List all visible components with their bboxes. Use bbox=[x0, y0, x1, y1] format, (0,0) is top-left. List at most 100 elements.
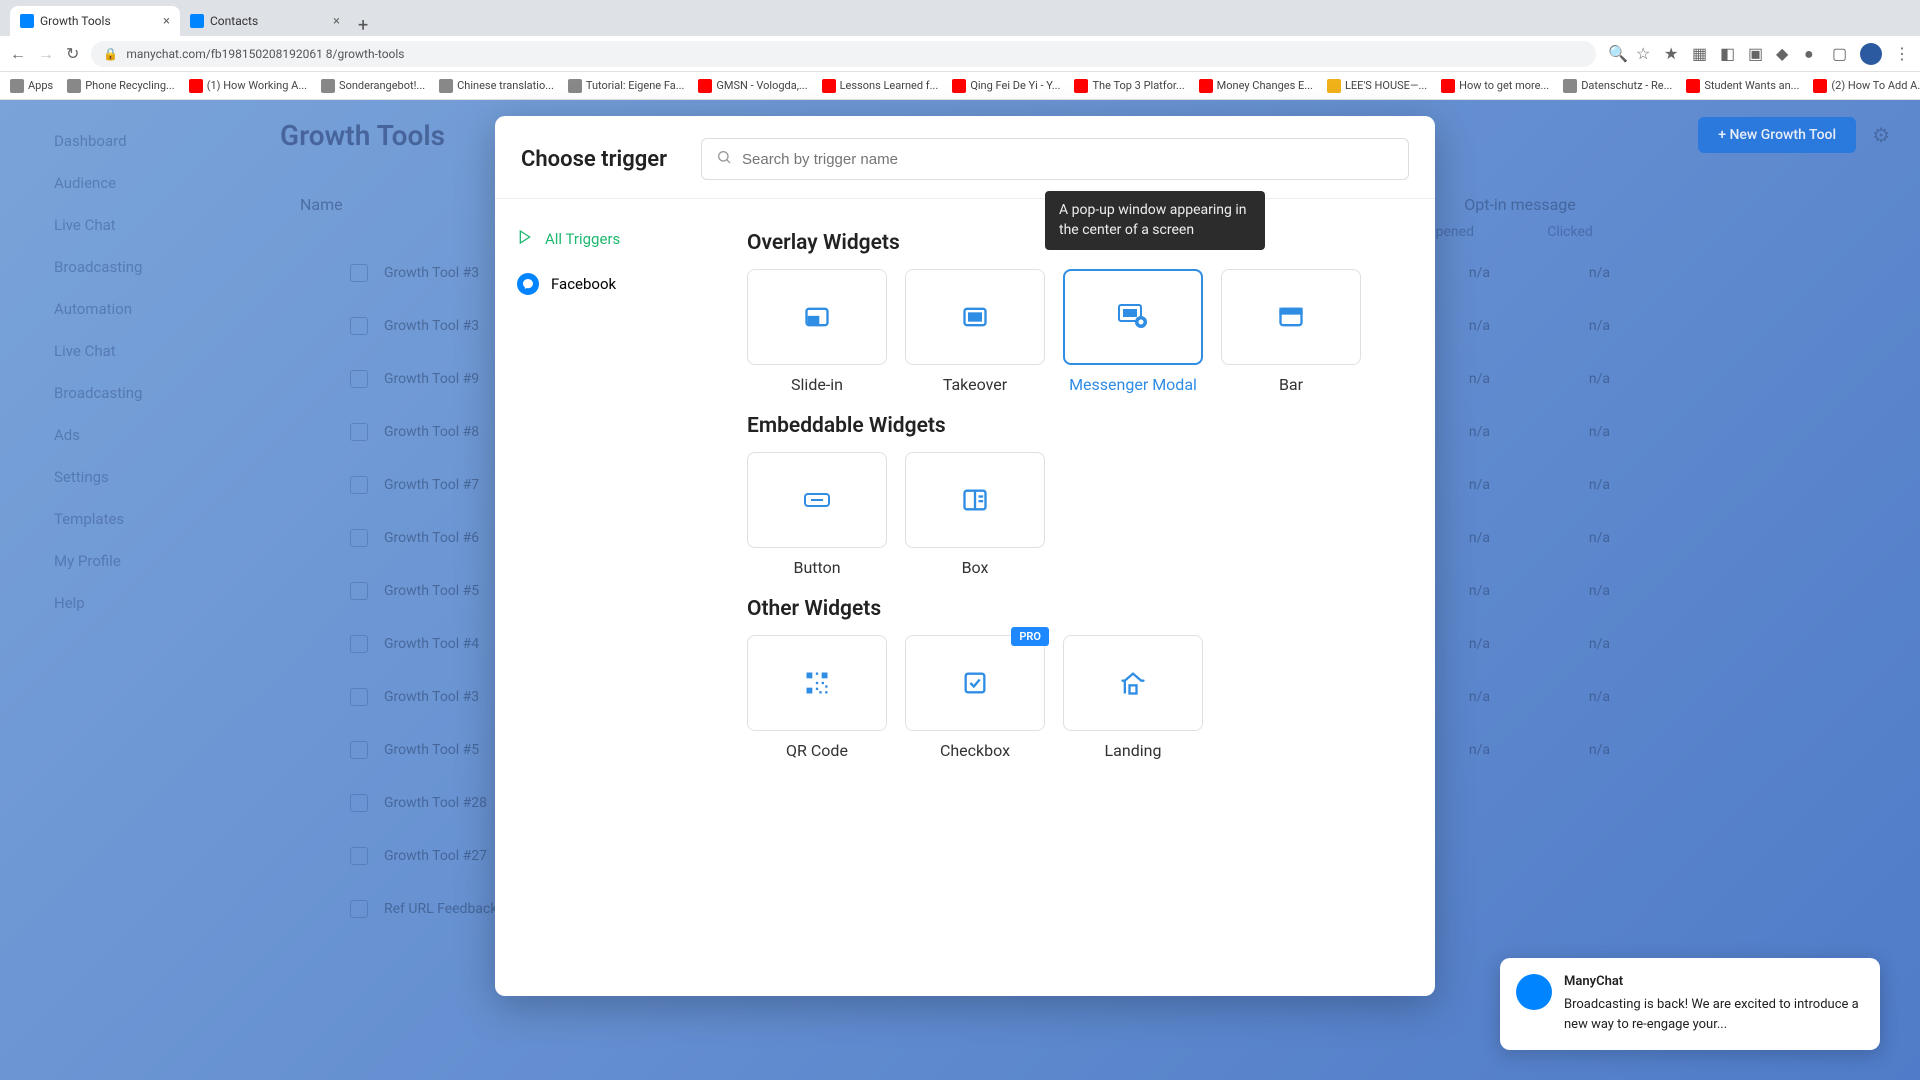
sidebar-label: Broadcasting bbox=[54, 258, 142, 276]
chat-notification[interactable]: ManyChat Broadcasting is back! We are ex… bbox=[1500, 958, 1880, 1050]
bookmark-label: LEE'S HOUSE—... bbox=[1345, 79, 1427, 92]
sidebar-item[interactable]: Templates bbox=[0, 498, 220, 540]
qr-code-card[interactable]: QR Code bbox=[747, 635, 887, 762]
bookmark-favicon bbox=[1563, 79, 1577, 93]
search-input[interactable] bbox=[742, 151, 1394, 168]
bookmark-item[interactable]: Apps bbox=[10, 79, 53, 93]
gear-icon[interactable]: ⚙ bbox=[1872, 123, 1890, 147]
messenger-icon bbox=[517, 273, 539, 295]
sidebar-item[interactable]: Help bbox=[0, 582, 220, 624]
refresh-icon[interactable]: ↻ bbox=[66, 44, 79, 63]
bookmark-item[interactable]: Sonderangebot!... bbox=[321, 79, 425, 93]
extension-icon[interactable]: ● bbox=[1804, 46, 1820, 62]
extension-icon[interactable]: ▣ bbox=[1748, 46, 1764, 62]
back-icon[interactable]: ← bbox=[10, 44, 26, 64]
new-tab-button[interactable]: + bbox=[350, 15, 374, 36]
sidebar-item[interactable]: Broadcasting bbox=[0, 246, 220, 288]
forward-icon[interactable]: → bbox=[38, 44, 54, 64]
bookmark-item[interactable]: LEE'S HOUSE—... bbox=[1327, 79, 1427, 93]
clicked-cell: n/a bbox=[1510, 530, 1630, 546]
sidebar-icon bbox=[24, 426, 42, 444]
facebook-item[interactable]: Facebook bbox=[495, 261, 723, 307]
sidebar-item[interactable]: Automation bbox=[0, 288, 220, 330]
checkbox-card[interactable]: PRO Checkbox bbox=[905, 635, 1045, 762]
bookmark-item[interactable]: Tutorial: Eigene Fa... bbox=[568, 79, 685, 93]
bookmark-item[interactable]: (1) How Working A... bbox=[189, 79, 307, 93]
bookmark-item[interactable]: Phone Recycling... bbox=[67, 79, 174, 93]
row-icon bbox=[350, 476, 368, 494]
app-root: DashboardAudienceLive ChatBroadcastingAu… bbox=[0, 100, 1920, 1080]
bar-card[interactable]: Bar bbox=[1221, 269, 1361, 396]
star-icon[interactable]: ★ bbox=[1664, 46, 1680, 62]
row-name: Growth Tool #28 bbox=[384, 795, 487, 811]
star-icon[interactable]: ☆ bbox=[1636, 46, 1652, 62]
landing-card[interactable]: Landing bbox=[1063, 635, 1203, 762]
close-icon[interactable]: × bbox=[333, 14, 340, 29]
grid-icon[interactable]: ▦ bbox=[1692, 46, 1708, 62]
sidebar-item[interactable]: Settings bbox=[0, 456, 220, 498]
all-triggers-item[interactable]: All Triggers bbox=[495, 217, 723, 261]
address-bar[interactable]: 🔒 manychat.com/fb198150208192061 8/growt… bbox=[91, 41, 1596, 67]
slide-in-card[interactable]: Slide-in bbox=[747, 269, 887, 396]
bookmark-item[interactable]: (2) How To Add A... bbox=[1813, 79, 1920, 93]
sidebar-icon bbox=[24, 216, 42, 234]
sidebar-label: Broadcasting bbox=[54, 384, 142, 402]
sidebar-icon bbox=[24, 300, 42, 318]
bookmark-item[interactable]: Qing Fei De Yi - Y... bbox=[952, 79, 1060, 93]
sidebar-item[interactable]: Dashboard bbox=[0, 120, 220, 162]
facebook-label: Facebook bbox=[551, 275, 616, 293]
zoom-icon[interactable]: 🔍 bbox=[1608, 46, 1624, 62]
tab-label: Contacts bbox=[210, 14, 258, 28]
browser-tab[interactable]: Contacts × bbox=[180, 6, 350, 36]
sidebar-item[interactable]: Live Chat bbox=[0, 330, 220, 372]
sidebar-item[interactable]: Broadcasting bbox=[0, 372, 220, 414]
messenger-modal-card[interactable]: Messenger Modal bbox=[1063, 269, 1203, 396]
button-card[interactable]: Button bbox=[747, 452, 887, 579]
sidebar-label: Help bbox=[54, 594, 85, 612]
app-sidebar: DashboardAudienceLive ChatBroadcastingAu… bbox=[0, 100, 220, 1080]
bookmark-item[interactable]: Datenschutz - Re... bbox=[1563, 79, 1672, 93]
bookmark-item[interactable]: Lessons Learned f... bbox=[822, 79, 939, 93]
all-triggers-label: All Triggers bbox=[545, 230, 620, 248]
subheader: Clicked bbox=[1510, 224, 1630, 240]
close-icon[interactable]: × bbox=[163, 14, 170, 29]
sidebar-item[interactable]: Ads bbox=[0, 414, 220, 456]
new-growth-tool-button[interactable]: + New Growth Tool bbox=[1698, 117, 1856, 153]
sidebar-item[interactable]: Audience bbox=[0, 162, 220, 204]
menu-icon[interactable]: ⋮ bbox=[1894, 46, 1910, 62]
bookmark-item[interactable]: Chinese translatio... bbox=[439, 79, 554, 93]
browser-tabs: Growth Tools × Contacts × + bbox=[0, 0, 1920, 36]
sidebar-item[interactable]: My Profile bbox=[0, 540, 220, 582]
chat-sender: ManyChat bbox=[1564, 974, 1864, 989]
extension-icon[interactable]: ◆ bbox=[1776, 46, 1792, 62]
row-name: Ref URL Feedback bbox=[384, 901, 497, 917]
profile-avatar[interactable] bbox=[1860, 43, 1882, 65]
clicked-cell: n/a bbox=[1510, 689, 1630, 705]
bookmark-label: The Top 3 Platfor... bbox=[1092, 79, 1184, 92]
bookmark-favicon bbox=[321, 79, 335, 93]
sidebar-item[interactable]: Live Chat bbox=[0, 204, 220, 246]
extension-icon[interactable]: ▢ bbox=[1832, 46, 1848, 62]
clicked-cell: n/a bbox=[1510, 636, 1630, 652]
clicked-cell: n/a bbox=[1510, 583, 1630, 599]
row-icon bbox=[350, 688, 368, 706]
search-input-wrapper[interactable] bbox=[701, 138, 1409, 180]
extension-icon[interactable]: ◧ bbox=[1720, 46, 1736, 62]
bookmark-label: How to get more... bbox=[1459, 79, 1549, 92]
takeover-card[interactable]: Takeover bbox=[905, 269, 1045, 396]
bookmark-item[interactable]: Student Wants an... bbox=[1686, 79, 1799, 93]
row-name: Growth Tool #5 bbox=[384, 583, 479, 599]
box-card[interactable]: Box bbox=[905, 452, 1045, 579]
bookmark-item[interactable]: How to get more... bbox=[1441, 79, 1549, 93]
bookmark-favicon bbox=[10, 79, 24, 93]
browser-tab-active[interactable]: Growth Tools × bbox=[10, 6, 180, 36]
row-name: Growth Tool #7 bbox=[384, 477, 479, 493]
bookmark-label: Sonderangebot!... bbox=[339, 79, 425, 92]
section-title: Other Widgets bbox=[747, 597, 1411, 621]
bookmark-item[interactable]: The Top 3 Platfor... bbox=[1074, 79, 1184, 93]
card-label: Checkbox bbox=[940, 741, 1010, 762]
bookmark-item[interactable]: GMSN - Vologda,... bbox=[698, 79, 807, 93]
sidebar-label: Dashboard bbox=[54, 132, 127, 150]
bookmark-item[interactable]: Money Changes E... bbox=[1199, 79, 1313, 93]
sidebar-label: Live Chat bbox=[54, 342, 116, 360]
